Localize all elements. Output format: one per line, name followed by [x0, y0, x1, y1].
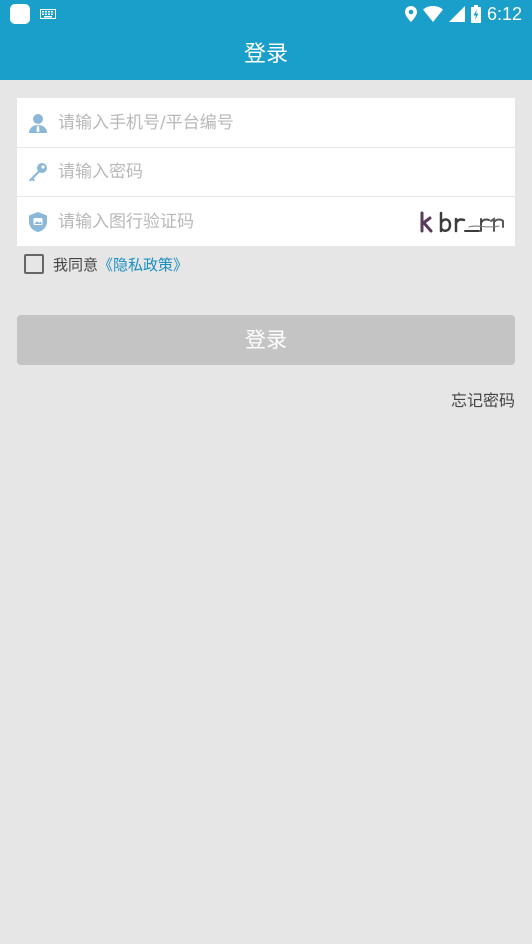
account-input[interactable] — [58, 112, 398, 133]
wifi-icon — [422, 6, 443, 22]
forgot-password-link[interactable]: 忘记密码 — [451, 387, 515, 411]
keyboard-icon — [40, 9, 56, 19]
account-row — [17, 98, 515, 148]
cellular-signal-icon — [448, 6, 465, 22]
captcha-row — [17, 197, 515, 246]
status-bar: 6:12 — [0, 0, 532, 29]
location-icon — [404, 6, 417, 22]
shield-image-icon — [27, 211, 49, 233]
agree-checkbox[interactable] — [24, 254, 44, 274]
page-title: 登录 — [243, 42, 288, 67]
battery-charging-icon — [470, 5, 481, 23]
captcha-image[interactable] — [419, 207, 505, 237]
captcha-input[interactable] — [58, 211, 398, 232]
key-icon — [27, 161, 49, 183]
app-bar: 登录 — [0, 29, 532, 80]
password-row — [17, 147, 515, 197]
login-form — [17, 98, 515, 246]
password-input[interactable] — [58, 161, 398, 182]
agreement-row: 我同意 《隐私政策》 — [24, 253, 188, 275]
privacy-policy-link[interactable]: 《隐私政策》 — [98, 254, 188, 275]
clock: 6:12 — [486, 3, 522, 24]
login-button[interactable]: 登录 — [17, 315, 515, 365]
agree-label: 我同意 — [53, 255, 99, 274]
app-icon — [10, 4, 30, 24]
user-icon — [27, 112, 49, 134]
